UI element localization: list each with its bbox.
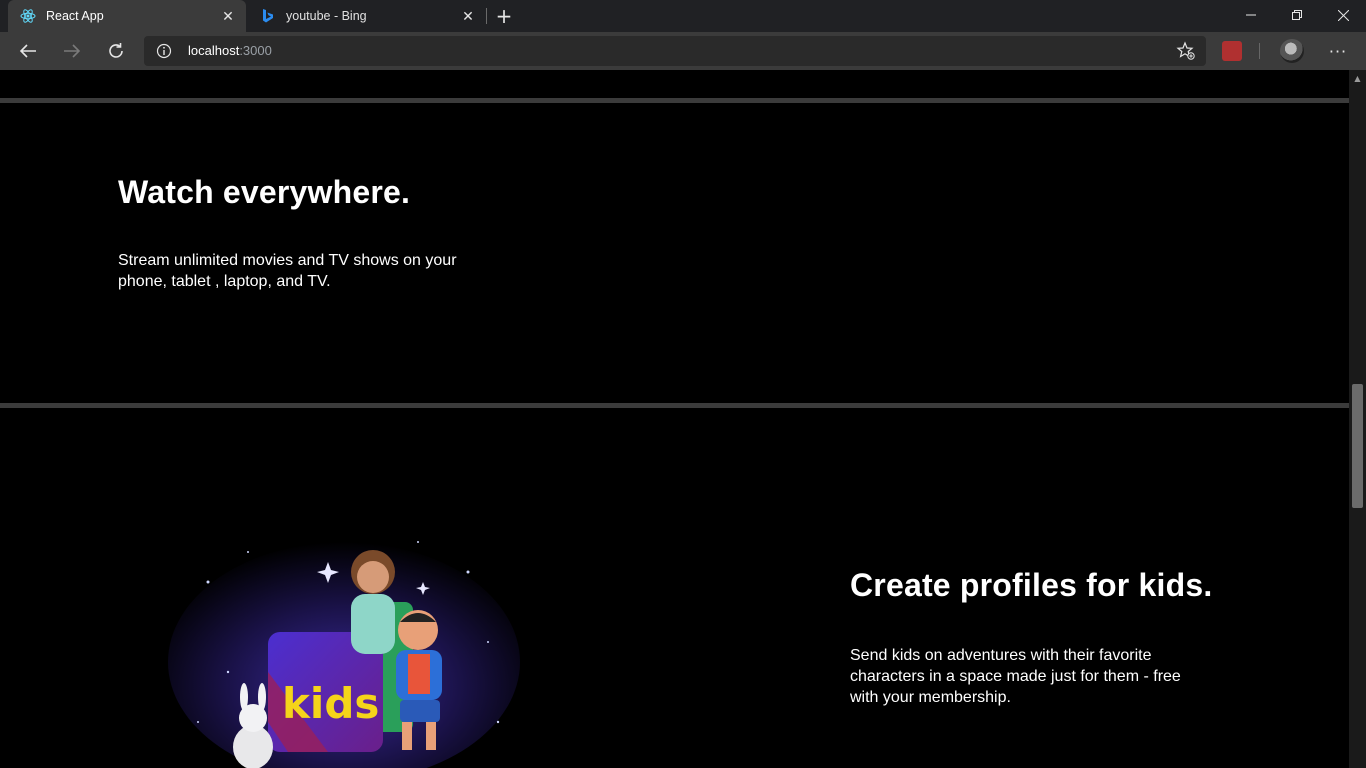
browser-toolbar: localhost:3000 ··· xyxy=(0,32,1366,70)
refresh-icon[interactable] xyxy=(102,37,130,65)
toolbar-divider xyxy=(1259,43,1260,59)
scrollbar-thumb[interactable] xyxy=(1352,384,1363,508)
tab-react-app[interactable]: React App ✕ xyxy=(8,0,246,32)
kids-description: Send kids on adventures with their favor… xyxy=(850,647,1181,706)
forward-icon[interactable] xyxy=(58,37,86,65)
close-tab-icon[interactable]: ✕ xyxy=(456,4,480,28)
watch-heading: Watch everywhere. xyxy=(118,174,411,210)
bing-icon xyxy=(260,8,276,24)
section-divider xyxy=(0,98,1349,103)
restore-icon[interactable] xyxy=(1274,0,1320,30)
add-favorite-icon[interactable] xyxy=(1176,41,1196,61)
tab-title: React App xyxy=(46,9,104,23)
minimize-icon[interactable] xyxy=(1228,0,1274,30)
tab-title: youtube - Bing xyxy=(286,9,367,23)
url-host: localhost xyxy=(188,43,240,58)
page-scrollbar[interactable]: ▲ xyxy=(1349,70,1366,768)
tab-separator xyxy=(486,8,487,24)
url-port: :3000 xyxy=(239,43,272,58)
react-icon xyxy=(20,8,36,24)
kids-heading: Create profiles for kids. xyxy=(850,567,1213,603)
kids-illustration: kids xyxy=(168,522,520,768)
more-options-icon[interactable]: ··· xyxy=(1324,37,1352,65)
kids-logo-text: kids xyxy=(282,679,379,728)
page-viewport: Watch everywhere. Stream unlimited movie… xyxy=(0,70,1349,768)
close-tab-icon[interactable]: ✕ xyxy=(216,4,240,28)
url-text[interactable]: localhost:3000 xyxy=(188,43,272,58)
new-tab-icon[interactable]: + xyxy=(492,4,516,28)
back-icon[interactable] xyxy=(14,37,42,65)
section-divider xyxy=(0,403,1349,408)
watch-description: Stream unlimited movies and TV shows on … xyxy=(118,252,457,290)
scroll-up-icon[interactable]: ▲ xyxy=(1349,70,1366,87)
tab-youtube-bing[interactable]: youtube - Bing ✕ xyxy=(248,0,486,32)
address-bar[interactable]: localhost:3000 xyxy=(144,36,1206,66)
extension-icon[interactable] xyxy=(1222,41,1242,61)
site-info-icon[interactable] xyxy=(156,43,172,59)
close-window-icon[interactable] xyxy=(1320,0,1366,30)
tab-strip: React App ✕ youtube - Bing ✕ + xyxy=(0,0,1366,32)
profile-avatar[interactable] xyxy=(1280,39,1304,63)
